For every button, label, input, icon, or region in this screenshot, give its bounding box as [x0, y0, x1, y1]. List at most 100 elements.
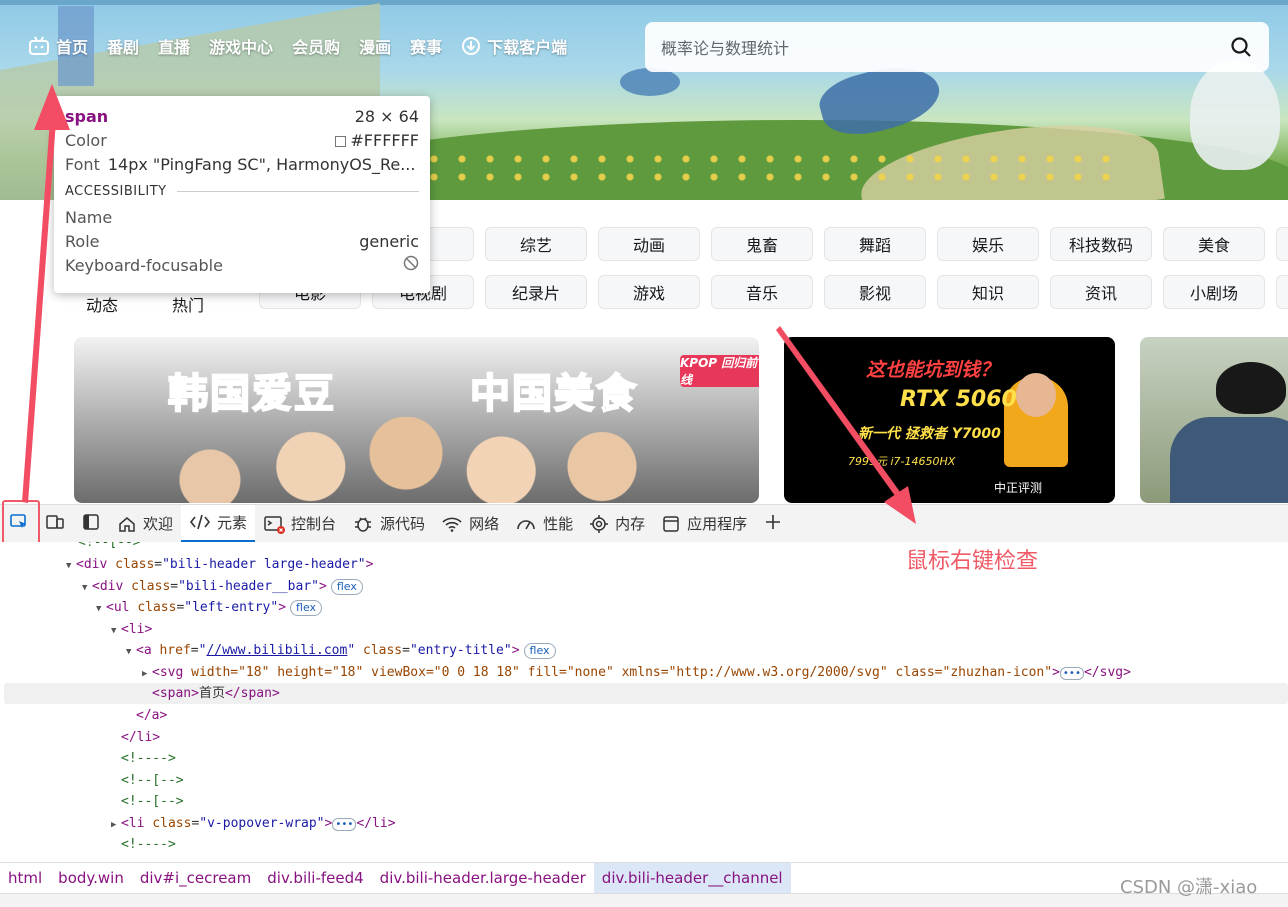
category-game[interactable]: 游戏 — [598, 275, 700, 309]
expand-arrow-icon[interactable]: ▼ — [111, 621, 121, 642]
nav-item-match[interactable]: 赛事 — [410, 34, 442, 58]
category-music[interactable]: 音乐 — [711, 275, 813, 309]
code-line[interactable]: ▼ <a href="//www.bilibili.com" class="ent… — [126, 640, 556, 661]
category-variety[interactable]: 综艺 — [485, 227, 587, 261]
code-line[interactable]: </a> — [136, 705, 167, 726]
category-label: 科技数码 — [1068, 236, 1133, 255]
code-attr: width="18" height="18" viewBox="0 0 18 1… — [191, 665, 1053, 680]
gauge-icon — [515, 515, 537, 533]
code-link[interactable]: //www.bilibili.com — [206, 643, 347, 658]
device-toolbar-button[interactable] — [37, 505, 73, 543]
category-more[interactable] — [1276, 227, 1288, 261]
expand-arrow-icon[interactable]: ▼ — [66, 556, 76, 577]
bug-icon — [352, 514, 374, 534]
breadcrumb-item-active[interactable]: div.bili-header__channel — [593, 862, 791, 894]
nav-item-shop[interactable]: 会员购 — [292, 34, 340, 58]
breadcrumb-item[interactable]: div.bili-header.large-header — [372, 863, 594, 894]
code-attr: href — [159, 643, 191, 658]
ellipsis-icon[interactable]: ••• — [332, 818, 357, 831]
code-value: "entry-title" — [409, 643, 512, 658]
code-tag: </a> — [136, 708, 168, 723]
feed-tab-dynamic[interactable]: 动态 — [86, 292, 118, 316]
category-film[interactable]: 影视 — [824, 275, 926, 309]
tab-console[interactable]: 控制台 — [255, 505, 344, 543]
category-animation[interactable]: 动画 — [598, 227, 700, 261]
category-tech[interactable]: 科技数码 — [1050, 227, 1152, 261]
code-tag: <span> — [152, 686, 199, 701]
tab-memory[interactable]: 内存 — [581, 505, 653, 543]
flex-badge[interactable]: flex — [523, 643, 556, 659]
category-kichiku[interactable]: 鬼畜 — [711, 227, 813, 261]
feed-tab-hot[interactable]: 热门 — [172, 292, 204, 316]
category-dance[interactable]: 舞蹈 — [824, 227, 926, 261]
category-entertainment[interactable]: 娱乐 — [937, 227, 1039, 261]
search-input[interactable]: 概率论与数理统计 — [661, 35, 1229, 59]
code-line[interactable]: ▶ <li class="v-popover-wrap"> ••• </li> — [111, 813, 396, 834]
expand-arrow-icon[interactable]: ▼ — [96, 599, 106, 620]
search-icon[interactable] — [1229, 35, 1253, 59]
console-icon — [263, 514, 286, 534]
tab-performance[interactable]: 性能 — [507, 505, 581, 543]
category-news[interactable]: 资讯 — [1050, 275, 1152, 309]
tab-application[interactable]: 应用程序 — [653, 505, 755, 543]
code-line[interactable]: ▼ <li> — [111, 619, 152, 640]
category-short-drama[interactable]: 小剧场 — [1163, 275, 1265, 309]
video-card[interactable]: 韩国爱豆 中国美食 KPOP 回归前线 — [74, 337, 759, 503]
category-label: 知识 — [971, 284, 1004, 303]
code-tag: </span> — [224, 686, 280, 701]
category-documentary[interactable]: 纪录片 — [485, 275, 587, 309]
code-line[interactable]: </li> — [121, 727, 160, 748]
flex-badge[interactable]: flex — [290, 600, 323, 616]
breadcrumb-item[interactable]: div.bili-feed4 — [259, 863, 371, 894]
nav-item-live[interactable]: 直播 — [158, 34, 190, 58]
watermark: CSDN @潇-xiao — [1120, 877, 1258, 898]
tooltip-name-row: Name — [65, 205, 419, 229]
flex-badge[interactable]: flex — [330, 579, 363, 595]
category-more[interactable] — [1276, 275, 1288, 309]
expand-arrow-icon[interactable]: ▼ — [126, 642, 136, 663]
nav-item-home[interactable]: 首页 — [28, 34, 88, 58]
code-line[interactable]: <!--[--> — [121, 791, 184, 812]
breadcrumb-item[interactable]: html — [0, 863, 50, 894]
thumbnail-text: 新一代 拯救者 Y7000 — [858, 426, 1001, 442]
category-food[interactable]: 美食 — [1163, 227, 1265, 261]
tooltip-focus-label: Keyboard-focusable — [65, 255, 223, 275]
inspect-tooltip: span 28 × 64 Color #FFFFFF Font 14px "Pi… — [54, 96, 430, 293]
tab-label: 性能 — [543, 515, 574, 533]
ellipsis-icon[interactable]: ••• — [1059, 667, 1084, 680]
code-attr: class — [363, 643, 403, 658]
tab-sources[interactable]: 源代码 — [344, 505, 433, 543]
category-label: 纪录片 — [511, 284, 560, 303]
add-tab-button[interactable] — [755, 505, 791, 543]
collapse-arrow-icon[interactable]: ▶ — [142, 664, 152, 685]
code-line[interactable]: <!--[--> — [78, 542, 141, 553]
tab-elements[interactable]: 元素 — [181, 504, 256, 543]
code-line[interactable]: <!----> — [121, 748, 176, 769]
nav-item-download[interactable]: 下载客户端 — [461, 34, 567, 58]
code-line[interactable]: ▶ <svg width="18" height="18" viewBox="0 … — [142, 662, 1131, 683]
tooltip-font-value: 14px "PingFang SC", HarmonyOS_Re... — [107, 154, 416, 174]
nav-item-anime[interactable]: 番剧 — [107, 34, 139, 58]
sidebar-toggle-button[interactable] — [73, 505, 109, 543]
video-card[interactable] — [1140, 337, 1288, 503]
category-knowledge[interactable]: 知识 — [937, 275, 1039, 309]
nav-item-game-center[interactable]: 游戏中心 — [209, 34, 273, 58]
expand-arrow-icon[interactable]: ▼ — [82, 578, 92, 599]
code-line[interactable]: ▼ <div class="bili-header large-header"> — [66, 554, 373, 575]
tab-welcome[interactable]: 欢迎 — [109, 505, 181, 543]
collapse-arrow-icon[interactable]: ▶ — [111, 815, 121, 836]
tab-network[interactable]: 网络 — [433, 505, 507, 543]
code-comment: <!----> — [121, 837, 176, 852]
elements-tree[interactable]: <!--[--> ▼ <div class="bili-header large-… — [0, 542, 1288, 862]
code-line[interactable]: <!--[--> — [121, 770, 184, 791]
nav-item-manga[interactable]: 漫画 — [359, 34, 391, 58]
code-line[interactable]: <!----> — [121, 834, 176, 855]
code-line-selected[interactable]: <span>首页</span> — [4, 683, 1288, 704]
video-card[interactable]: 这也能坑到钱？ RTX 5060 新一代 拯救者 Y7000 7999元 i7-… — [784, 337, 1115, 503]
wifi-icon — [441, 515, 463, 533]
search-box[interactable]: 概率论与数理统计 — [645, 22, 1269, 72]
breadcrumb-item[interactable]: div#i_cecream — [132, 863, 259, 894]
code-line[interactable]: ▼ <ul class="left-entry"> flex — [96, 597, 323, 620]
code-line[interactable]: ▼ <div class="bili-header__bar"> flex — [82, 576, 363, 597]
breadcrumb-item[interactable]: body.win — [50, 863, 132, 894]
